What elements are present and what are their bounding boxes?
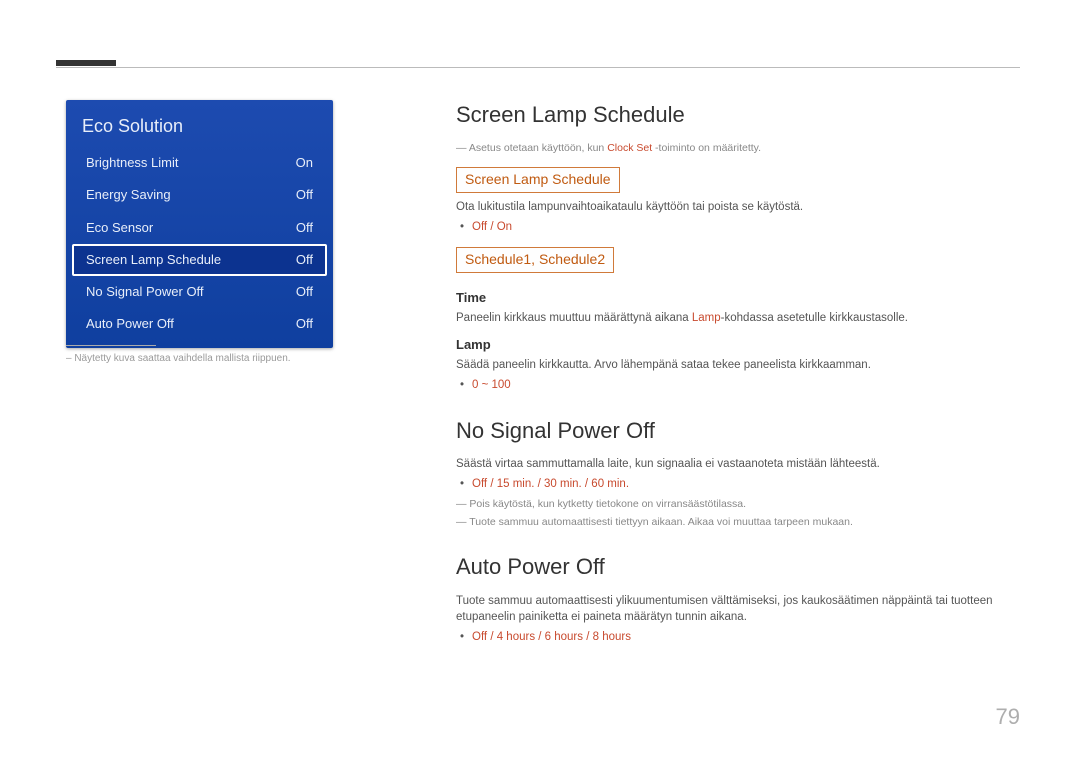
text-apo: Tuote sammuu automaattisesti ylikuumentu… <box>456 593 1014 625</box>
menu-item-label: Brightness Limit <box>86 154 178 172</box>
text-lamp: Säädä paneelin kirkkautta. Arvo lähempän… <box>456 357 1014 373</box>
menu-item-label: Eco Sensor <box>86 219 153 237</box>
menu-footnote: – Näytetty kuva saattaa vaihdella mallis… <box>66 345 333 366</box>
menu-item-energy-saving[interactable]: Energy Saving Off <box>66 179 333 211</box>
header-divider <box>56 67 1020 68</box>
menu-item-brightness-limit[interactable]: Brightness Limit On <box>66 147 333 179</box>
menu-item-eco-sensor[interactable]: Eco Sensor Off <box>66 212 333 244</box>
menu-item-value: On <box>296 154 313 172</box>
heading-auto-power-off: Auto Power Off <box>456 552 1014 583</box>
menu-item-no-signal-power-off[interactable]: No Signal Power Off Off <box>66 276 333 308</box>
menu-item-auto-power-off[interactable]: Auto Power Off Off <box>66 308 333 340</box>
eco-solution-menu: Eco Solution Brightness Limit On Energy … <box>66 100 333 348</box>
bullet-apo-options: Off / 4 hours / 6 hours / 8 hours <box>472 629 1014 645</box>
menu-item-label: Screen Lamp Schedule <box>86 251 221 269</box>
menu-item-value: Off <box>296 219 313 237</box>
menu-title: Eco Solution <box>66 100 333 147</box>
page-number: 79 <box>996 702 1020 733</box>
content-column: Screen Lamp Schedule Asetus otetaan käyt… <box>456 100 1014 649</box>
heading-lamp: Lamp <box>456 336 1014 354</box>
menu-item-value: Off <box>296 251 313 269</box>
footnote-divider <box>66 345 156 346</box>
note-clock-set: Asetus otetaan käyttöön, kun Clock Set -… <box>456 141 1014 156</box>
menu-item-value: Off <box>296 186 313 204</box>
subheading-schedule1-schedule2: Schedule1, Schedule2 <box>456 247 614 273</box>
menu-item-value: Off <box>296 283 313 301</box>
menu-item-screen-lamp-schedule[interactable]: Screen Lamp Schedule Off <box>72 244 327 276</box>
menu-item-label: Energy Saving <box>86 186 171 204</box>
subheading-screen-lamp-schedule: Screen Lamp Schedule <box>456 167 620 193</box>
note-nspo-1: Pois käytöstä, kun kytketty tietokone on… <box>456 497 1014 512</box>
footnote-text: – Näytetty kuva saattaa vaihdella mallis… <box>66 352 333 366</box>
text-nspo: Säästä virtaa sammuttamalla laite, kun s… <box>456 456 1014 472</box>
bullet-lamp-range: 0 ~ 100 <box>472 377 1014 393</box>
note-nspo-2: Tuote sammuu automaattisesti tiettyyn ai… <box>456 515 1014 530</box>
text-sls-enable: Ota lukitustila lampunvaihtoaikataulu kä… <box>456 199 1014 215</box>
header-thick-bar <box>56 60 116 66</box>
heading-screen-lamp-schedule: Screen Lamp Schedule <box>456 100 1014 131</box>
bullet-sls-options: Off / On <box>472 219 1014 235</box>
heading-time: Time <box>456 289 1014 307</box>
heading-no-signal-power-off: No Signal Power Off <box>456 416 1014 447</box>
menu-item-label: Auto Power Off <box>86 315 174 333</box>
menu-item-label: No Signal Power Off <box>86 283 204 301</box>
bullet-nspo-options: Off / 15 min. / 30 min. / 60 min. <box>472 476 1014 492</box>
text-time: Paneelin kirkkaus muuttuu määrättynä aik… <box>456 310 1014 326</box>
menu-item-value: Off <box>296 315 313 333</box>
